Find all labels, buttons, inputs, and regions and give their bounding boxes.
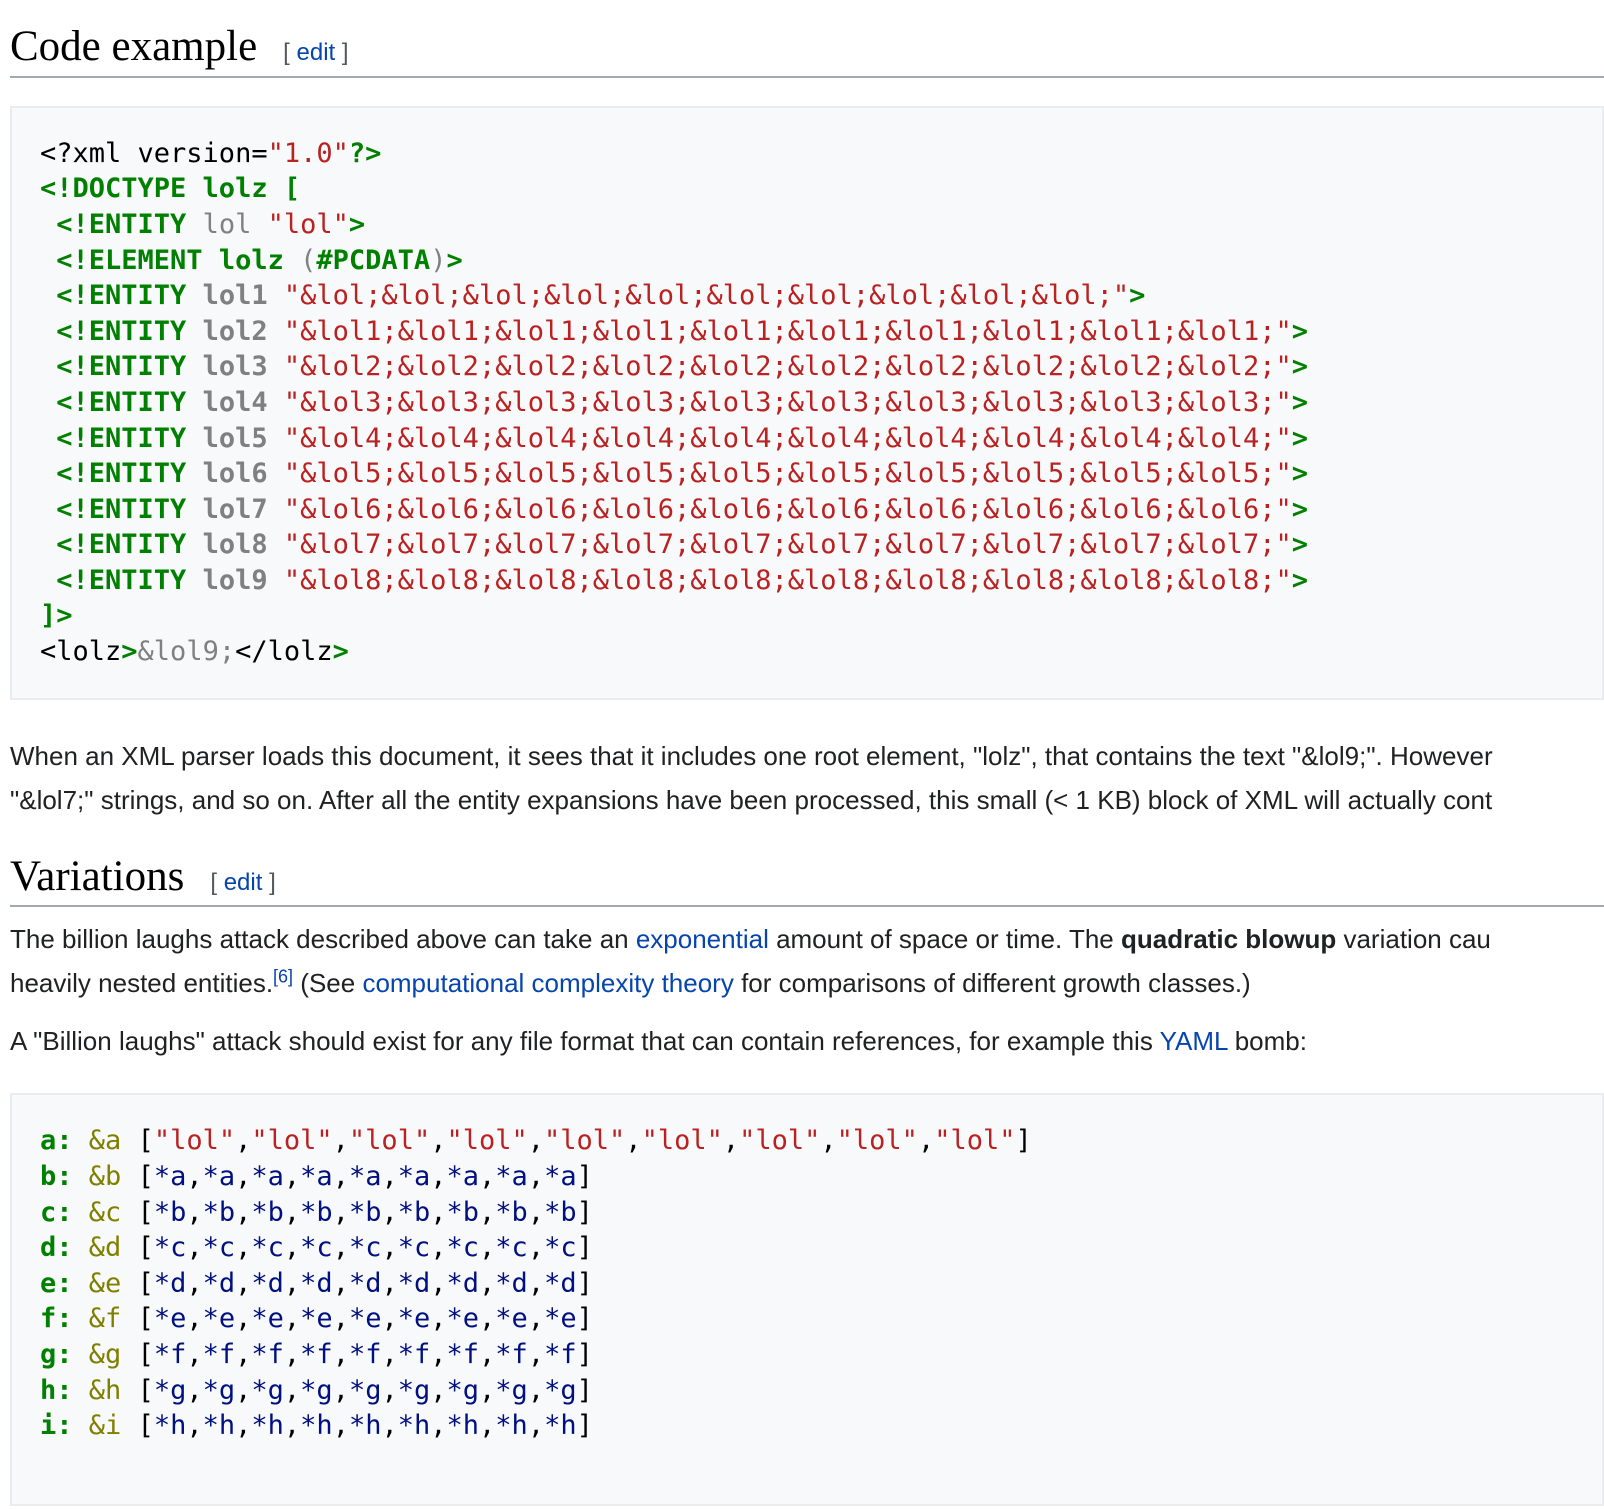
yaml-line: b: &b [*a,*a,*a,*a,*a,*a,*a,*a,*a] <box>40 1161 593 1192</box>
yaml-line: a: &a ["lol","lol","lol","lol","lol","lo… <box>40 1125 1032 1157</box>
entity-line: <!ENTITY lol9 "&lol8;&lol8;&lol8;&lol8;&… <box>56 564 1308 596</box>
yaml-line: i: &i [*h,*h,*h,*h,*h,*h,*h,*h,*h] <box>40 1410 593 1442</box>
yaml-line: c: &c [*b,*b,*b,*b,*b,*b,*b,*b,*b] <box>40 1196 593 1228</box>
yaml-line: e: &e [*d,*d,*d,*d,*d,*d,*d,*d,*d] <box>40 1267 593 1299</box>
yaml-line: d: &d [*c,*c,*c,*c,*c,*c,*c,*c,*c] <box>40 1232 593 1264</box>
paragraph-explanation: When an XML parser loads this document, … <box>10 740 1493 815</box>
article-content: Code example [ edit ] <?xml version="1.0… <box>0 20 1604 1506</box>
section-title: Code example <box>10 23 258 70</box>
doctype-close: ]> <box>40 600 73 632</box>
xml-code-block: <?xml version="1.0"?> <!DOCTYPE lolz [ <… <box>10 105 1604 700</box>
entity-line: <!ENTITY lol2 "&lol1;&lol1;&lol1;&lol1;&… <box>56 315 1308 347</box>
root-element-line: <lolz>&lol9;</lolz> <box>40 636 349 668</box>
entity-lol-line: <!ENTITY lol "lol"> <box>56 208 366 240</box>
entity-line: <!ENTITY lol1 "&lol;&lol;&lol;&lol;&lol;… <box>56 280 1146 312</box>
element-line: <!ELEMENT lolz (#PCDATA)> <box>56 244 463 276</box>
link-yaml[interactable]: YAML <box>1160 1026 1228 1056</box>
section-heading-code-example: Code example [ edit ] <box>10 20 1604 78</box>
yaml-line: g: &g [*f,*f,*f,*f,*f,*f,*f,*f,*f] <box>40 1338 593 1370</box>
entity-line: <!ENTITY lol6 "&lol5;&lol5;&lol5;&lol5;&… <box>56 458 1308 490</box>
entity-line: <!ENTITY lol7 "&lol6;&lol6;&lol6;&lol6;&… <box>56 493 1308 525</box>
yaml-line: f: &f [*e,*e,*e,*e,*e,*e,*e,*e,*e] <box>40 1303 593 1335</box>
entity-lines: <!ENTITY lol1 "&lol;&lol;&lol;&lol;&lol;… <box>40 280 1308 596</box>
entity-line: <!ENTITY lol5 "&lol4;&lol4;&lol4;&lol4;&… <box>56 422 1308 454</box>
yaml-line: h: &h [*g,*g,*g,*g,*g,*g,*g,*g,*g] <box>40 1374 593 1406</box>
entity-line: <!ENTITY lol3 "&lol2;&lol2;&lol2;&lol2;&… <box>56 351 1308 383</box>
paragraph-variations: The billion laughs attack described abov… <box>10 924 1491 999</box>
edit-link[interactable]: edit <box>224 869 263 896</box>
citation-link[interactable]: [6] <box>273 967 293 987</box>
section-heading-variations: Variations [ edit ] <box>10 850 1604 908</box>
link-exponential[interactable]: exponential <box>636 924 769 954</box>
section-title: Variations <box>10 852 185 900</box>
edit-section: [ edit ] <box>210 868 276 896</box>
edit-link[interactable]: edit <box>297 39 336 66</box>
link-computational-complexity-theory[interactable]: computational complexity theory <box>362 968 733 998</box>
entity-line: <!ENTITY lol8 "&lol7;&lol7;&lol7;&lol7;&… <box>56 529 1308 561</box>
entity-line: <!ENTITY lol4 "&lol3;&lol3;&lol3;&lol3;&… <box>56 386 1308 418</box>
paragraph-yaml-intro: A "Billion laughs" attack should exist f… <box>10 1026 1307 1057</box>
edit-section: [ edit ] <box>283 39 349 66</box>
yaml-code-block: a: &a ["lol","lol","lol","lol","lol","lo… <box>10 1093 1604 1506</box>
xml-declaration: <?xml version="1.0"?> <box>40 137 382 169</box>
doctype-line: <!DOCTYPE lolz [ <box>40 173 301 205</box>
